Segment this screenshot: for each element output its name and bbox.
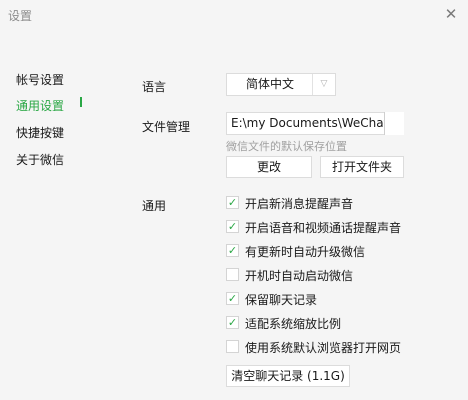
option-label: 保留聊天记录 xyxy=(245,293,318,307)
chevron-down-icon[interactable]: ▽ xyxy=(312,74,335,95)
sidebar-item-shortcuts[interactable]: 快捷按键 xyxy=(16,124,64,141)
sidebar-item-about[interactable]: 关于微信 xyxy=(16,151,64,168)
language-label: 语言 xyxy=(142,80,167,94)
title-bar: 设置 ✕ xyxy=(0,0,468,30)
file-management-label: 文件管理 xyxy=(142,120,191,134)
change-button[interactable]: 更改 xyxy=(226,156,312,178)
option-label: 开启新消息提醒声音 xyxy=(245,197,354,211)
language-select[interactable]: 简体中文 ▽ xyxy=(226,73,336,96)
sidebar-item-account[interactable]: 帐号设置 xyxy=(16,71,64,88)
checkbox-checked[interactable]: ✓ xyxy=(226,244,239,257)
close-icon: ✕ xyxy=(444,5,458,23)
close-button[interactable]: ✕ xyxy=(440,3,462,25)
option-label: 适配系统缩放比例 xyxy=(245,317,342,331)
check-icon: ✓ xyxy=(227,316,238,329)
option-label: 有更新时自动升级微信 xyxy=(245,245,366,259)
file-path-field-end xyxy=(384,112,404,135)
checkbox-unchecked[interactable] xyxy=(226,340,239,353)
clear-history-button[interactable]: 清空聊天记录 (1.1G) xyxy=(226,365,350,387)
active-indicator xyxy=(80,97,82,107)
file-path-value: E:\my Documents\WeChat xyxy=(231,116,389,130)
checkbox-unchecked[interactable] xyxy=(226,268,239,281)
option-label: 使用系统默认浏览器打开网页 xyxy=(245,341,402,355)
check-icon: ✓ xyxy=(227,196,238,209)
file-path-field[interactable]: E:\my Documents\WeChat xyxy=(226,112,404,135)
option-label: 开机时自动启动微信 xyxy=(245,269,354,283)
checkbox-checked[interactable]: ✓ xyxy=(226,316,239,329)
check-icon: ✓ xyxy=(227,244,238,257)
sidebar-item-general[interactable]: 通用设置 xyxy=(16,97,64,114)
file-path-hint: 微信文件的默认保存位置 xyxy=(226,140,347,153)
check-icon: ✓ xyxy=(227,292,238,305)
window-title: 设置 xyxy=(8,9,33,23)
general-section-label: 通用 xyxy=(142,199,167,213)
open-folder-button[interactable]: 打开文件夹 xyxy=(320,156,404,178)
language-value: 简体中文 xyxy=(245,77,294,91)
option-label: 开启语音和视频通话提醒声音 xyxy=(245,221,402,235)
checkbox-checked[interactable]: ✓ xyxy=(226,292,239,305)
checkbox-checked[interactable]: ✓ xyxy=(226,220,239,233)
checkbox-checked[interactable]: ✓ xyxy=(226,196,239,209)
check-icon: ✓ xyxy=(227,220,238,233)
